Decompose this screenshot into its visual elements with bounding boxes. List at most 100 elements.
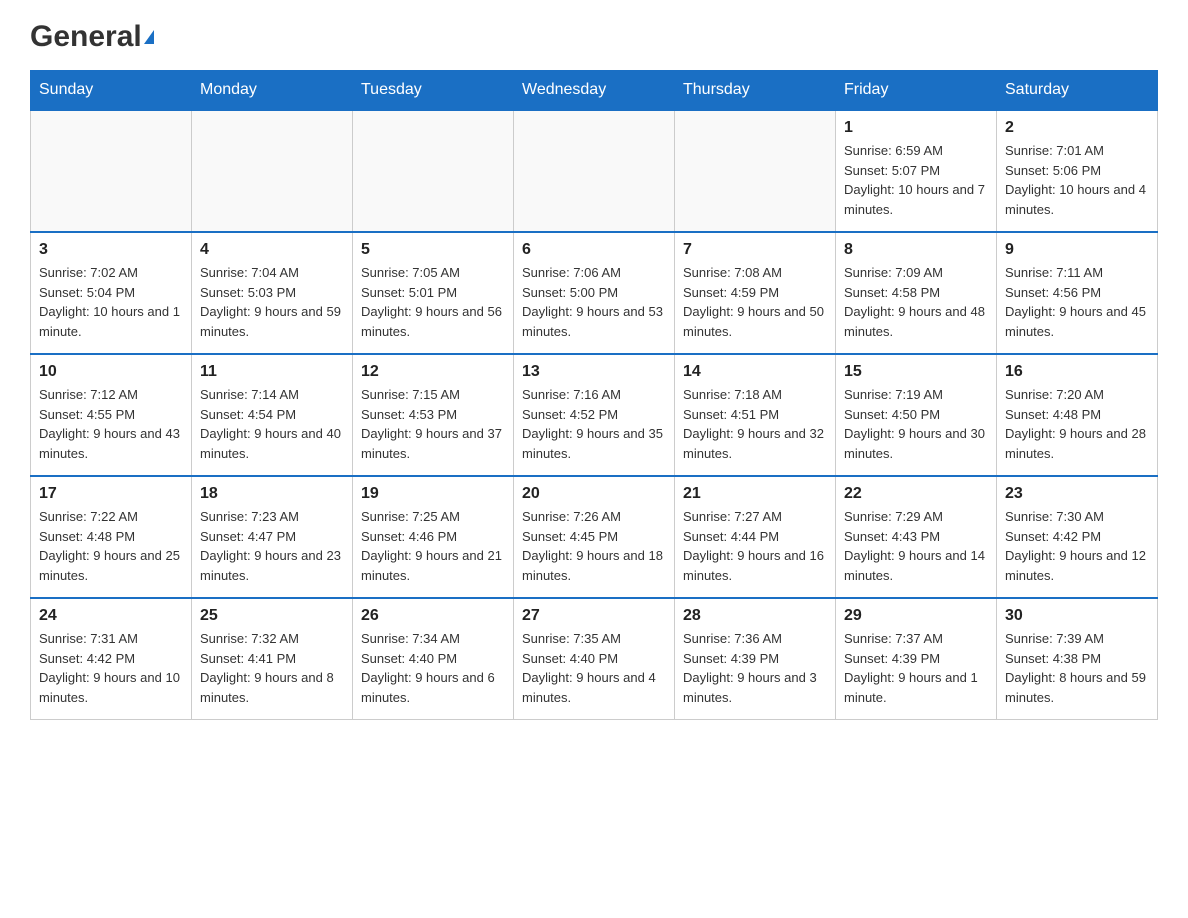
day-info-line: Sunrise: 7:23 AM bbox=[200, 507, 344, 527]
day-info-line: Daylight: 9 hours and 8 minutes. bbox=[200, 668, 344, 707]
day-number: 29 bbox=[844, 607, 988, 625]
day-info-line: Sunset: 4:48 PM bbox=[39, 527, 183, 547]
calendar-cell: 15Sunrise: 7:19 AMSunset: 4:50 PMDayligh… bbox=[836, 354, 997, 476]
calendar-cell: 22Sunrise: 7:29 AMSunset: 4:43 PMDayligh… bbox=[836, 476, 997, 598]
day-info-line: Sunrise: 7:19 AM bbox=[844, 385, 988, 405]
calendar-week-row: 3Sunrise: 7:02 AMSunset: 5:04 PMDaylight… bbox=[31, 232, 1158, 354]
day-info-line: Daylight: 9 hours and 4 minutes. bbox=[522, 668, 666, 707]
day-info-line: Sunset: 4:51 PM bbox=[683, 405, 827, 425]
day-info-line: Daylight: 9 hours and 25 minutes. bbox=[39, 546, 183, 585]
day-info-line: Daylight: 10 hours and 4 minutes. bbox=[1005, 180, 1149, 219]
day-info-line: Sunset: 4:45 PM bbox=[522, 527, 666, 547]
calendar-week-row: 1Sunrise: 6:59 AMSunset: 5:07 PMDaylight… bbox=[31, 110, 1158, 232]
day-number: 11 bbox=[200, 363, 344, 381]
day-of-week-header: Tuesday bbox=[353, 71, 514, 111]
day-info-line: Daylight: 9 hours and 40 minutes. bbox=[200, 424, 344, 463]
day-number: 28 bbox=[683, 607, 827, 625]
calendar-cell: 21Sunrise: 7:27 AMSunset: 4:44 PMDayligh… bbox=[675, 476, 836, 598]
day-number: 12 bbox=[361, 363, 505, 381]
day-info-line: Daylight: 9 hours and 18 minutes. bbox=[522, 546, 666, 585]
day-number: 25 bbox=[200, 607, 344, 625]
day-info-line: Daylight: 9 hours and 48 minutes. bbox=[844, 302, 988, 341]
day-info-line: Sunset: 4:39 PM bbox=[683, 649, 827, 669]
calendar-cell bbox=[514, 110, 675, 232]
day-info-line: Sunrise: 7:35 AM bbox=[522, 629, 666, 649]
day-info-line: Daylight: 9 hours and 30 minutes. bbox=[844, 424, 988, 463]
calendar-cell: 14Sunrise: 7:18 AMSunset: 4:51 PMDayligh… bbox=[675, 354, 836, 476]
calendar-cell: 29Sunrise: 7:37 AMSunset: 4:39 PMDayligh… bbox=[836, 598, 997, 720]
day-info-line: Sunrise: 7:34 AM bbox=[361, 629, 505, 649]
day-info-line: Daylight: 9 hours and 6 minutes. bbox=[361, 668, 505, 707]
calendar-cell: 3Sunrise: 7:02 AMSunset: 5:04 PMDaylight… bbox=[31, 232, 192, 354]
calendar-cell: 20 Sunrise: 7:26 AMSunset: 4:45 PMDayligh… bbox=[514, 476, 675, 598]
day-info-line: Sunset: 5:03 PM bbox=[200, 283, 344, 303]
day-number: 24 bbox=[39, 607, 183, 625]
day-info-line: Daylight: 9 hours and 1 minute. bbox=[844, 668, 988, 707]
day-info-line: Sunrise: 7:25 AM bbox=[361, 507, 505, 527]
day-of-week-header: Thursday bbox=[675, 71, 836, 111]
day-info-line: Sunset: 4:42 PM bbox=[1005, 527, 1149, 547]
day-info-line: Sunset: 4:42 PM bbox=[39, 649, 183, 669]
day-info-line: Sunset: 4:38 PM bbox=[1005, 649, 1149, 669]
calendar-cell: 30Sunrise: 7:39 AMSunset: 4:38 PMDayligh… bbox=[997, 598, 1158, 720]
calendar-cell: 16Sunrise: 7:20 AMSunset: 4:48 PMDayligh… bbox=[997, 354, 1158, 476]
calendar-cell: 5Sunrise: 7:05 AMSunset: 5:01 PMDaylight… bbox=[353, 232, 514, 354]
calendar-cell: 4Sunrise: 7:04 AMSunset: 5:03 PMDaylight… bbox=[192, 232, 353, 354]
calendar-cell: 11 Sunrise: 7:14 AMSunset: 4:54 PMDayligh… bbox=[192, 354, 353, 476]
day-of-week-header: Saturday bbox=[997, 71, 1158, 111]
day-info-line: Sunrise: 7:08 AM bbox=[683, 263, 827, 283]
calendar-cell: 17Sunrise: 7:22 AMSunset: 4:48 PMDayligh… bbox=[31, 476, 192, 598]
day-number: 1 bbox=[844, 119, 988, 137]
day-of-week-header: Friday bbox=[836, 71, 997, 111]
calendar-cell: 9Sunrise: 7:11 AMSunset: 4:56 PMDaylight… bbox=[997, 232, 1158, 354]
day-info-line: Sunset: 4:59 PM bbox=[683, 283, 827, 303]
day-info-line: Sunrise: 7:14 AM bbox=[200, 385, 344, 405]
day-info-line: Sunset: 4:46 PM bbox=[361, 527, 505, 547]
day-info-line: Sunset: 5:00 PM bbox=[522, 283, 666, 303]
day-number: 2 bbox=[1005, 119, 1149, 137]
calendar-cell bbox=[192, 110, 353, 232]
day-info-line: Daylight: 9 hours and 35 minutes. bbox=[522, 424, 666, 463]
calendar-cell: 24 Sunrise: 7:31 AMSunset: 4:42 PMDayligh… bbox=[31, 598, 192, 720]
day-info-line: Daylight: 9 hours and 28 minutes. bbox=[1005, 424, 1149, 463]
day-info-line: Sunrise: 7:31 AM bbox=[39, 629, 183, 649]
day-number: 27 bbox=[522, 607, 666, 625]
page-header: General bbox=[30, 20, 1158, 50]
calendar-cell: 2Sunrise: 7:01 AMSunset: 5:06 PMDaylight… bbox=[997, 110, 1158, 232]
day-info-line: Daylight: 10 hours and 1 minute. bbox=[39, 302, 183, 341]
day-number: 14 bbox=[683, 363, 827, 381]
day-number: 10 bbox=[39, 363, 183, 381]
day-number: 20 bbox=[522, 485, 666, 503]
day-number: 30 bbox=[1005, 607, 1149, 625]
day-number: 15 bbox=[844, 363, 988, 381]
day-number: 19 bbox=[361, 485, 505, 503]
day-info-line: Sunrise: 7:11 AM bbox=[1005, 263, 1149, 283]
day-number: 9 bbox=[1005, 241, 1149, 259]
calendar-cell: 8Sunrise: 7:09 AMSunset: 4:58 PMDaylight… bbox=[836, 232, 997, 354]
day-info-line: Sunrise: 7:15 AM bbox=[361, 385, 505, 405]
day-info-line: Sunset: 5:01 PM bbox=[361, 283, 505, 303]
day-info-line: Sunrise: 7:22 AM bbox=[39, 507, 183, 527]
day-number: 6 bbox=[522, 241, 666, 259]
day-info-line: Sunset: 4:56 PM bbox=[1005, 283, 1149, 303]
day-info-line: Sunset: 4:55 PM bbox=[39, 405, 183, 425]
calendar-cell: 19Sunrise: 7:25 AMSunset: 4:46 PMDayligh… bbox=[353, 476, 514, 598]
day-info-line: Sunrise: 7:04 AM bbox=[200, 263, 344, 283]
day-info-line: Daylight: 9 hours and 10 minutes. bbox=[39, 668, 183, 707]
day-info-line: Sunrise: 7:26 AM bbox=[522, 507, 666, 527]
day-info-line: Sunrise: 7:27 AM bbox=[683, 507, 827, 527]
calendar-cell: 13Sunrise: 7:16 AMSunset: 4:52 PMDayligh… bbox=[514, 354, 675, 476]
day-of-week-header: Sunday bbox=[31, 71, 192, 111]
day-info-line: Sunset: 4:39 PM bbox=[844, 649, 988, 669]
day-number: 4 bbox=[200, 241, 344, 259]
day-number: 16 bbox=[1005, 363, 1149, 381]
day-info-line: Sunset: 4:41 PM bbox=[200, 649, 344, 669]
day-info-line: Daylight: 9 hours and 23 minutes. bbox=[200, 546, 344, 585]
day-info-line: Sunset: 4:52 PM bbox=[522, 405, 666, 425]
day-number: 23 bbox=[1005, 485, 1149, 503]
logo: General bbox=[30, 20, 154, 50]
day-info-line: Sunset: 4:54 PM bbox=[200, 405, 344, 425]
calendar-week-row: 24Sunrise: 7:31 AMSunset: 4:42 PMDayligh… bbox=[31, 598, 1158, 720]
calendar-cell: 1Sunrise: 6:59 AMSunset: 5:07 PMDaylight… bbox=[836, 110, 997, 232]
day-number: 13 bbox=[522, 363, 666, 381]
